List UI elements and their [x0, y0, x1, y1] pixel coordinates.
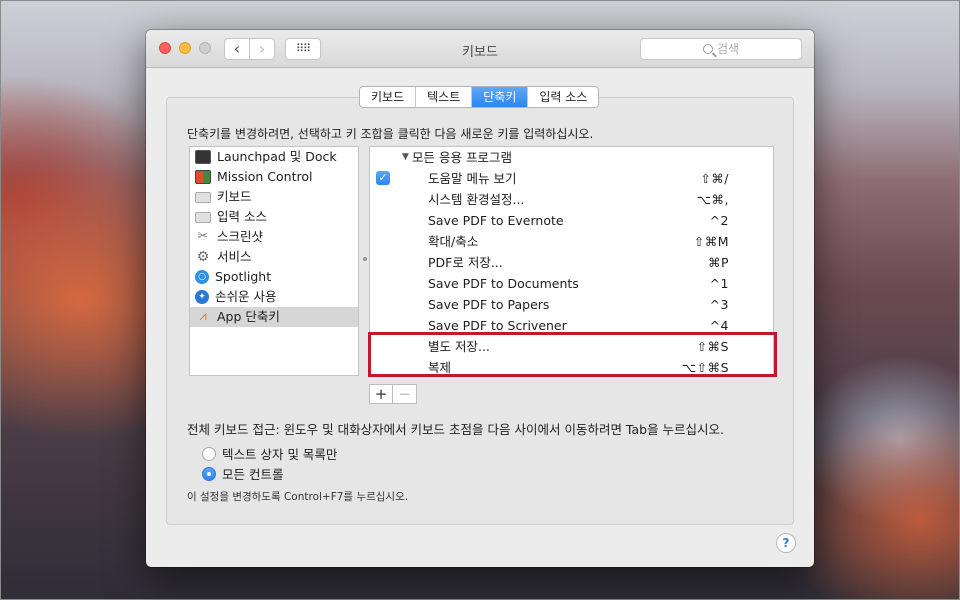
shortcut-row[interactable]: Save PDF to Documents ^1 [370, 273, 773, 294]
shortcut-keys[interactable]: ⌥⌘, [697, 189, 729, 210]
radio-button[interactable] [202, 466, 216, 481]
category-services[interactable]: ⚙ 서비스 [190, 247, 358, 267]
shortcut-row[interactable]: 시스템 환경설정... ⌥⌘, [370, 189, 773, 210]
tab-text[interactable]: 텍스트 [416, 87, 473, 107]
category-label: 키보드 [217, 189, 252, 204]
shortcut-label: 확대/축소 [428, 234, 479, 249]
mission-control-icon [195, 170, 211, 184]
shortcut-label: Save PDF to Documents [428, 276, 579, 291]
category-label: App 단축키 [217, 309, 280, 324]
split-handle[interactable] [363, 257, 367, 261]
shortcut-label: 별도 저장... [428, 339, 490, 354]
shortcut-keys[interactable]: ⌥⇧⌘S [682, 357, 729, 375]
search-icon [702, 44, 713, 54]
shortcut-label: 도움말 메뉴 보기 [428, 171, 517, 186]
tab-input-sources[interactable]: 입력 소스 [528, 87, 598, 107]
shortcut-keys[interactable]: ⇧⌘M [694, 231, 729, 252]
accessibility-icon: ✦ [195, 290, 209, 304]
category-label: Mission Control [217, 169, 313, 184]
shortcut-label: Save PDF to Scrivener [428, 318, 567, 333]
full-keyboard-access-label: 전체 키보드 접근: 윈도우 및 대화상자에서 키보드 초점을 다음 사이에서 … [187, 422, 725, 437]
shortcut-label: 시스템 환경설정... [428, 192, 525, 207]
shortcut-row[interactable]: Save PDF to Evernote ^2 [370, 210, 773, 231]
shortcut-label: 복제 [428, 360, 452, 375]
category-input-sources[interactable]: 입력 소스 [190, 207, 358, 227]
instructions-text: 단축키를 변경하려면, 선택하고 키 조합을 클릭한 다음 새로운 키를 입력하… [187, 127, 594, 141]
shortcut-keys[interactable]: ^4 [710, 315, 729, 336]
enable-checkbox[interactable]: ✓ [376, 171, 390, 185]
search-placeholder: 검색 [716, 42, 740, 56]
keyboard-preferences-window: ‹ › ⠿⠿ 키보드 검색 키보드 텍스트 단축키 입력 소스 단축키를 변경하… [146, 30, 814, 567]
disclosure-triangle-icon[interactable]: ▼ [402, 147, 409, 168]
shortcut-keys[interactable]: ^2 [710, 210, 729, 231]
titlebar: ‹ › ⠿⠿ 키보드 검색 [146, 30, 814, 68]
add-shortcut-button[interactable]: + [369, 384, 393, 404]
shortcut-keys[interactable]: ^3 [710, 294, 729, 315]
category-launchpad[interactable]: Launchpad 및 Dock [190, 147, 358, 167]
shortcut-row[interactable]: Save PDF to Papers ^3 [370, 294, 773, 315]
shortcut-keys[interactable]: ⇧⌘/ [700, 168, 729, 189]
add-remove-buttons: + − [369, 384, 417, 404]
spotlight-icon: ○ [195, 270, 209, 284]
app-shortcuts-icon: ⩘ [199, 309, 207, 324]
shortcut-row[interactable]: 복제 ⌥⇧⌘S [370, 357, 773, 375]
category-accessibility[interactable]: ✦ 손쉬운 사용 [190, 287, 358, 307]
radio-text-boxes-lists[interactable]: 텍스트 상자 및 목록만 [202, 444, 337, 463]
group-label: 모든 응용 프로그램 [412, 150, 512, 165]
remove-shortcut-button[interactable]: − [393, 384, 417, 404]
category-label: 입력 소스 [217, 209, 267, 224]
tab-keyboard[interactable]: 키보드 [360, 87, 417, 107]
keyboard-icon [195, 211, 211, 223]
shortcut-row[interactable]: Save PDF to Scrivener ^4 [370, 315, 773, 336]
shortcut-row[interactable]: 별도 저장... ⇧⌘S [370, 336, 773, 357]
shortcut-keys[interactable]: ^1 [710, 273, 729, 294]
category-screenshots[interactable]: ✂ 스크린샷 [190, 227, 358, 247]
keyboard-icon [195, 191, 211, 203]
category-label: 서비스 [217, 249, 252, 264]
tab-bar: 키보드 텍스트 단축키 입력 소스 [359, 86, 600, 108]
gear-icon: ⚙ [196, 249, 210, 265]
category-app-shortcuts[interactable]: ⩘ App 단축키 [190, 307, 358, 327]
category-label: 손쉬운 사용 [215, 289, 277, 304]
screenshot-icon: ✂ [197, 229, 209, 244]
shortcut-row[interactable]: PDF로 저장... ⌘P [370, 252, 773, 273]
shortcut-group-all-apps[interactable]: ▼ 모든 응용 프로그램 [370, 147, 773, 168]
tab-shortcuts[interactable]: 단축키 [472, 87, 529, 107]
radio-label: 텍스트 상자 및 목록만 [222, 447, 338, 462]
launchpad-icon [195, 150, 211, 164]
radio-button[interactable] [202, 446, 216, 461]
shortcut-label: PDF로 저장... [428, 255, 503, 270]
category-keyboard[interactable]: 키보드 [190, 187, 358, 207]
category-label: 스크린샷 [217, 229, 264, 244]
category-list: Launchpad 및 Dock Mission Control 키보드 입력 … [189, 146, 359, 376]
radio-all-controls[interactable]: 모든 컨트롤 [202, 464, 283, 483]
shortcut-label: Save PDF to Evernote [428, 213, 564, 228]
radio-label: 모든 컨트롤 [222, 467, 284, 482]
shortcut-label: Save PDF to Papers [428, 297, 550, 312]
help-button[interactable]: ? [776, 533, 796, 553]
shortcut-row[interactable]: ✓ 도움말 메뉴 보기 ⇧⌘/ [370, 168, 773, 189]
shortcut-keys[interactable]: ⌘P [708, 252, 729, 273]
category-spotlight[interactable]: ○ Spotlight [190, 267, 358, 287]
shortcut-row[interactable]: 확대/축소 ⇧⌘M [370, 231, 773, 252]
shortcut-keys[interactable]: ⇧⌘S [697, 336, 729, 357]
search-field[interactable]: 검색 [640, 38, 802, 60]
shortcut-list: ▼ 모든 응용 프로그램 ✓ 도움말 메뉴 보기 ⇧⌘/ 시스템 환경설정...… [369, 146, 774, 376]
full-access-note: 이 설정을 변경하도록 Control+F7를 누르십시오. [187, 491, 409, 503]
category-label: Launchpad 및 Dock [217, 149, 337, 164]
category-label: Spotlight [215, 269, 272, 284]
category-mission-control[interactable]: Mission Control [190, 167, 358, 187]
